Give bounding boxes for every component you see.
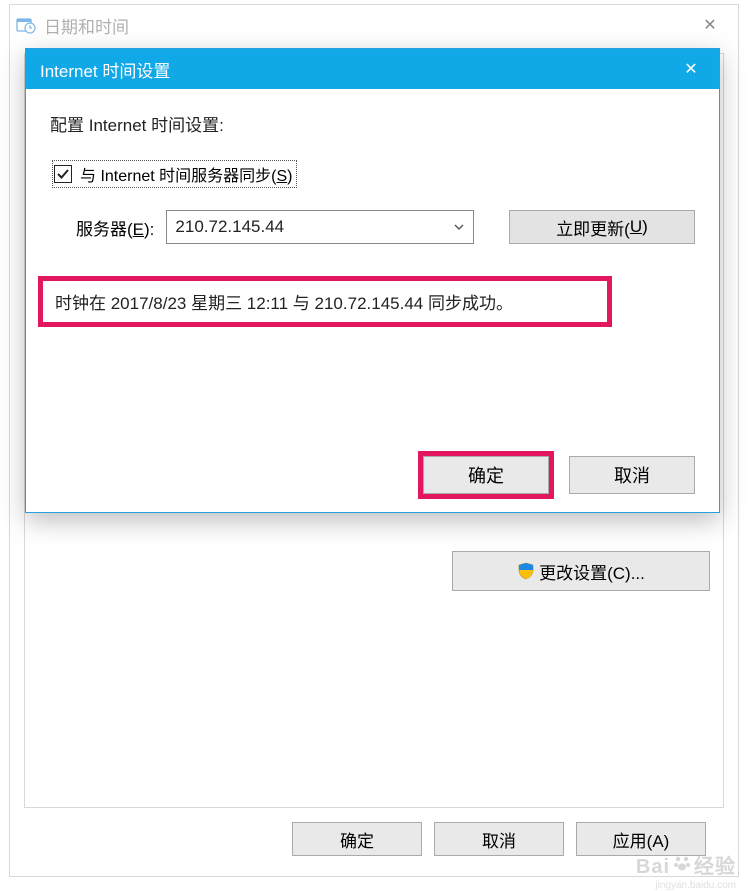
inner-button-row: 确定 取消 — [423, 456, 695, 494]
inner-body: 配置 Internet 时间设置: 与 Internet 时间服务器同步(S) … — [26, 89, 719, 512]
internet-time-settings-dialog: Internet 时间设置 ✕ 配置 Internet 时间设置: 与 Inte… — [25, 48, 720, 513]
server-row: 服务器(E): 210.72.145.44 立即更新(U) — [50, 210, 695, 244]
outer-window-title: 日期和时间 — [44, 13, 688, 38]
outer-close-button[interactable]: ✕ — [688, 7, 732, 43]
change-settings-label: 更改设置(C)... — [539, 559, 645, 584]
watermark: Bai 经验 — [636, 850, 736, 879]
close-icon: ✕ — [684, 59, 697, 79]
sync-status-text: 时钟在 2017/8/23 星期三 12:11 与 210.72.145.44 … — [55, 289, 595, 314]
close-icon: ✕ — [703, 15, 716, 35]
sync-checkbox[interactable] — [54, 165, 72, 183]
server-value: 210.72.145.44 — [167, 217, 445, 237]
outer-cancel-button[interactable]: 取消 — [434, 822, 564, 856]
sync-checkbox-label: 与 Internet 时间服务器同步(S) — [80, 162, 292, 186]
sync-checkbox-row[interactable]: 与 Internet 时间服务器同步(S) — [52, 160, 297, 188]
watermark-suffix: 经验 — [694, 850, 736, 879]
watermark-url: jingyan.baidu.com — [655, 880, 736, 891]
watermark-brand: Bai — [636, 856, 670, 879]
chevron-down-icon[interactable] — [445, 211, 473, 243]
config-heading: 配置 Internet 时间设置: — [50, 111, 695, 136]
inner-titlebar[interactable]: Internet 时间设置 ✕ — [26, 49, 719, 89]
status-highlight-box: 时钟在 2017/8/23 星期三 12:11 与 210.72.145.44 … — [38, 276, 612, 327]
inner-window-title: Internet 时间设置 — [40, 57, 669, 82]
change-settings-button[interactable]: 更改设置(C)... — [452, 551, 710, 591]
inner-ok-button[interactable]: 确定 — [423, 456, 549, 494]
server-combobox[interactable]: 210.72.145.44 — [166, 210, 474, 244]
outer-titlebar[interactable]: 日期和时间 ✕ — [10, 5, 738, 45]
shield-icon — [517, 562, 535, 580]
server-label: 服务器(E): — [76, 215, 154, 240]
update-now-button[interactable]: 立即更新(U) — [509, 210, 695, 244]
outer-ok-button[interactable]: 确定 — [292, 822, 422, 856]
paw-icon — [672, 853, 692, 873]
inner-cancel-button[interactable]: 取消 — [569, 456, 695, 494]
date-time-icon — [16, 15, 36, 35]
outer-button-row: 确定 取消 应用(A) — [24, 822, 724, 856]
inner-close-button[interactable]: ✕ — [669, 51, 713, 87]
